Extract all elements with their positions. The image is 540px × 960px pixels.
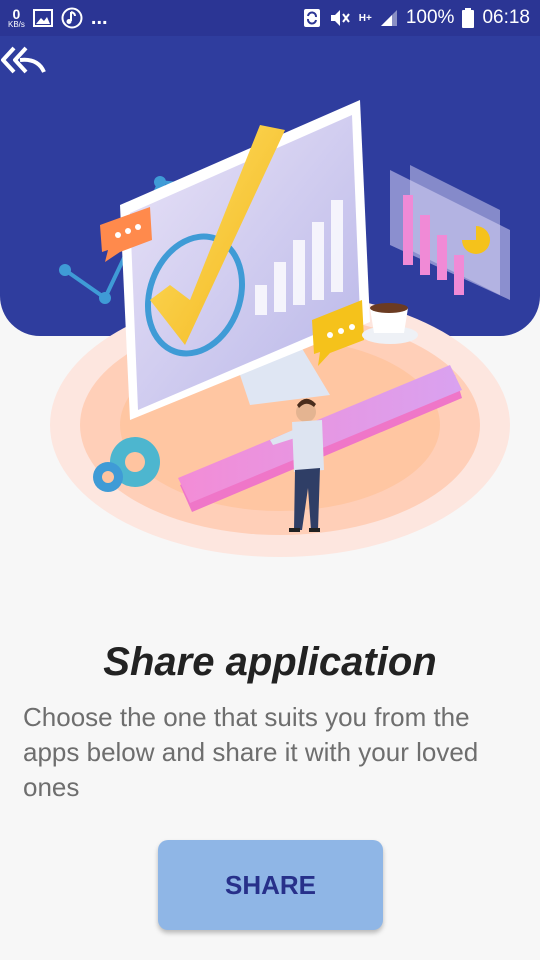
sync-icon	[303, 9, 320, 27]
chart-panel-icon	[390, 165, 510, 300]
status-bar: 0 KB/s ... H+ 100% 06:18	[0, 0, 540, 36]
share-button[interactable]: SHARE	[158, 840, 383, 930]
network-speed-unit: KB/s	[8, 20, 25, 29]
clock: 06:18	[482, 7, 530, 28]
network-speed: 0 KB/s	[8, 7, 25, 29]
network-speed-value: 0	[12, 6, 21, 22]
signal-icon	[380, 10, 397, 26]
music-note-icon	[61, 7, 83, 29]
more-notifications: ...	[90, 6, 108, 29]
page-description: Choose the one that suits you from the a…	[23, 702, 479, 802]
image-icon	[32, 9, 53, 27]
network-type: H+	[358, 12, 372, 24]
battery-level: 100%	[405, 7, 455, 28]
hero-illustration	[50, 100, 510, 557]
page-title: Share application	[103, 640, 437, 684]
mute-icon	[330, 10, 350, 26]
status-left: 0 KB/s ...	[8, 4, 108, 32]
status-right: H+ 100% 06:18	[303, 4, 530, 32]
battery-icon	[462, 8, 475, 28]
